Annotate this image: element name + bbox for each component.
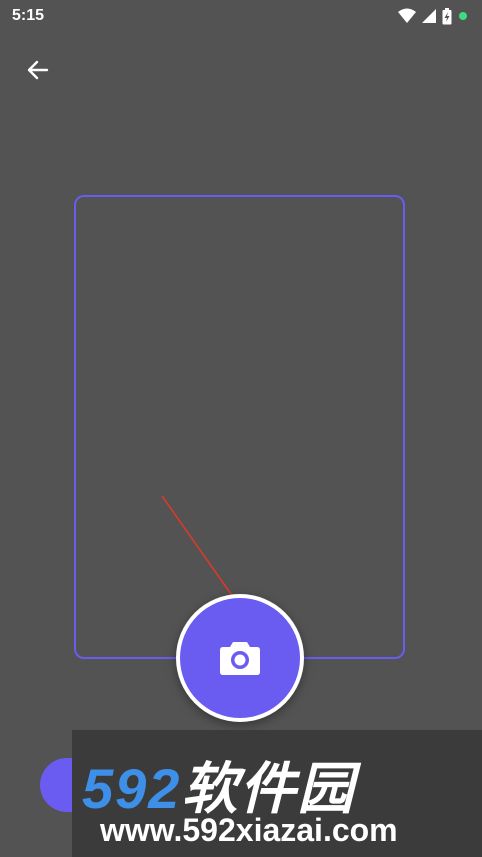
- notification-dot-icon: [459, 12, 467, 20]
- back-button[interactable]: [18, 50, 58, 90]
- status-time: 5:15: [12, 7, 45, 24]
- watermark-brand-digits: 592: [82, 757, 182, 820]
- shutter-button-ring: [176, 594, 304, 722]
- battery-charging-icon: [442, 7, 452, 24]
- watermark: 592软件园 www.592xiazai.com: [72, 730, 482, 857]
- wifi-icon: [398, 8, 416, 23]
- camera-icon: [220, 642, 260, 675]
- arrow-left-icon: [27, 60, 49, 80]
- watermark-url: www.592xiazai.com: [100, 812, 398, 848]
- status-icons: [398, 7, 468, 25]
- status-bar: 5:15: [0, 0, 482, 32]
- capture-frame: [74, 195, 405, 659]
- signal-icon: [422, 9, 436, 23]
- watermark-brand-name: 软件园: [181, 757, 356, 820]
- shutter-button[interactable]: [180, 598, 300, 718]
